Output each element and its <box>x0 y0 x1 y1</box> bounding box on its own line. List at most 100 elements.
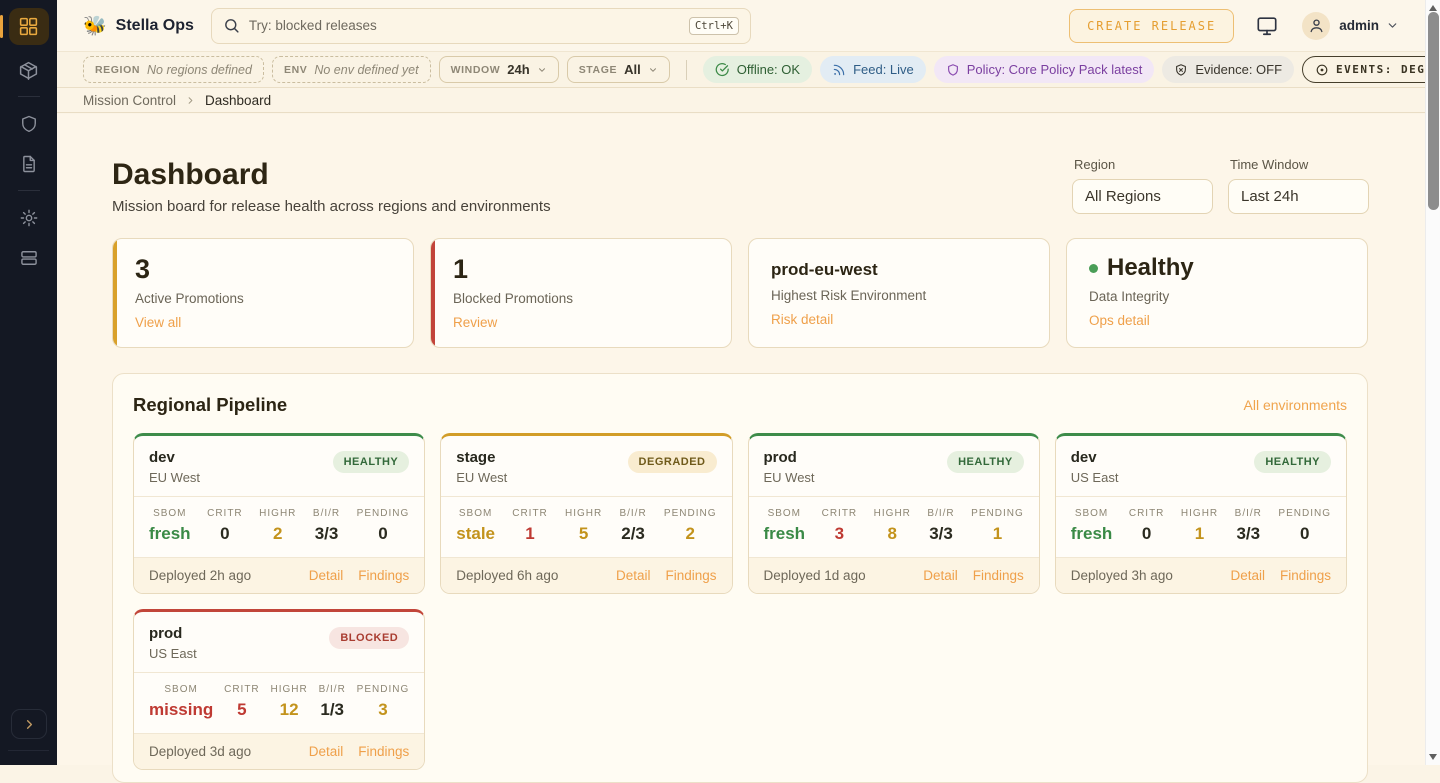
highest-risk-card: prod-eu-west Highest Risk Environment Ri… <box>748 238 1050 348</box>
stat-highr: HIGHR12 <box>271 684 308 720</box>
gear-icon <box>19 208 39 228</box>
active-promotions-value: 3 <box>135 255 391 283</box>
data-integrity-value: Healthy <box>1107 255 1194 281</box>
window-chip-value: 24h <box>507 62 529 77</box>
findings-link[interactable]: Findings <box>358 744 409 759</box>
pipeline-card-stage-eu-west: stage EU West DEGRADED SBOMstale CRITR1 … <box>440 433 732 594</box>
card-accent <box>431 239 435 347</box>
highest-risk-value: prod-eu-west <box>771 260 1027 280</box>
env-chip-value: No env defined yet <box>314 63 418 77</box>
detail-link[interactable]: Detail <box>309 568 344 583</box>
env-filter-chip[interactable]: ENV No env defined yet <box>272 56 431 83</box>
page-title: Dashboard <box>112 158 269 192</box>
scrollbar-thumb[interactable] <box>1428 12 1439 210</box>
detail-link[interactable]: Detail <box>1230 568 1265 583</box>
package-icon <box>18 60 39 81</box>
stat-pending: PENDING2 <box>664 508 717 544</box>
view-all-link[interactable]: View all <box>135 315 181 330</box>
stat-sbom: SBOMstale <box>456 508 495 544</box>
breadcrumb-dashboard: Dashboard <box>205 93 271 108</box>
status-badge: HEALTHY <box>947 451 1024 473</box>
grid-icon <box>18 16 39 37</box>
stat-bir: B/I/R1/3 <box>319 684 346 720</box>
sidebar-item-settings[interactable] <box>9 203 49 233</box>
pipeline-card-prod-eu-west: prod EU West HEALTHY SBOMfresh CRITR3 HI… <box>748 433 1040 594</box>
monitor-icon[interactable] <box>1256 15 1278 37</box>
search-input[interactable] <box>249 18 680 33</box>
stat-sbom: SBOMmissing <box>149 684 213 720</box>
shield-icon <box>19 114 39 134</box>
stat-pending: PENDING0 <box>357 508 410 544</box>
risk-detail-link[interactable]: Risk detail <box>771 312 833 327</box>
findings-link[interactable]: Findings <box>973 568 1024 583</box>
stat-highr: HIGHR1 <box>1181 508 1218 544</box>
sidebar-bottom-divider <box>8 750 49 751</box>
env-name: prod <box>149 625 197 642</box>
sidebar-item-releases[interactable] <box>9 55 49 85</box>
ops-detail-link[interactable]: Ops detail <box>1089 313 1150 328</box>
data-integrity-label: Data Integrity <box>1089 289 1345 304</box>
username: admin <box>1339 18 1379 33</box>
sidebar <box>0 0 57 765</box>
sidebar-divider <box>18 96 40 97</box>
env-region: US East <box>149 646 197 661</box>
stat-highr: HIGHR2 <box>259 508 296 544</box>
deployed-timestamp: Deployed 2h ago <box>149 568 251 583</box>
stat-sbom: SBOMfresh <box>1071 508 1113 544</box>
regional-pipeline-section: Regional Pipeline All environments dev E… <box>112 373 1368 783</box>
stat-critr: CRITR1 <box>512 508 548 544</box>
time-window-select[interactable]: Last 24h <box>1228 179 1369 214</box>
rss-icon <box>832 63 846 77</box>
chevron-separator-icon <box>185 95 196 106</box>
user-menu[interactable]: admin <box>1278 12 1399 40</box>
pipeline-card-prod-us-east: prod US East BLOCKED SBOMmissing CRITR5 … <box>133 609 425 770</box>
stat-critr: CRITR3 <box>822 508 858 544</box>
scroll-up-arrow-icon[interactable] <box>1429 5 1437 11</box>
sidebar-item-dashboard[interactable] <box>9 8 49 45</box>
blocked-promotions-value: 1 <box>453 255 709 283</box>
sidebar-item-security[interactable] <box>9 109 49 139</box>
vertical-scrollbar[interactable] <box>1425 0 1440 765</box>
detail-link[interactable]: Detail <box>616 568 651 583</box>
context-divider <box>686 60 687 80</box>
findings-link[interactable]: Findings <box>665 568 716 583</box>
stat-bir: B/I/R3/3 <box>313 508 340 544</box>
stage-filter-chip[interactable]: STAGE All <box>567 56 670 83</box>
main-area: 🐝 Stella Ops Ctrl+K CREATE RELEASE admin… <box>57 0 1425 765</box>
sidebar-divider <box>18 190 40 191</box>
active-promotions-card: 3 Active Promotions View all <box>112 238 414 348</box>
sidebar-item-infrastructure[interactable] <box>9 243 49 273</box>
blocked-promotions-label: Blocked Promotions <box>453 291 709 306</box>
env-region: EU West <box>149 470 200 485</box>
stage-chip-label: STAGE <box>579 64 617 76</box>
detail-link[interactable]: Detail <box>309 744 344 759</box>
all-environments-link[interactable]: All environments <box>1244 397 1348 413</box>
server-icon <box>19 248 39 268</box>
stat-critr: CRITR5 <box>224 684 260 720</box>
findings-link[interactable]: Findings <box>1280 568 1331 583</box>
chevron-down-icon <box>1386 19 1399 32</box>
evidence-status-pill: Evidence: OFF <box>1162 56 1294 83</box>
stat-bir: B/I/R3/3 <box>927 508 954 544</box>
findings-link[interactable]: Findings <box>358 568 409 583</box>
data-integrity-card: Healthy Data Integrity Ops detail <box>1066 238 1368 348</box>
sidebar-item-reports[interactable] <box>9 149 49 179</box>
summary-cards-row: 3 Active Promotions View all 1 Blocked P… <box>112 238 1368 348</box>
detail-link[interactable]: Detail <box>923 568 958 583</box>
region-select[interactable]: All Regions <box>1072 179 1213 214</box>
env-region: EU West <box>456 470 507 485</box>
create-release-button[interactable]: CREATE RELEASE <box>1069 9 1234 43</box>
sidebar-collapse-button[interactable] <box>11 709 47 739</box>
region-filter-chip[interactable]: REGION No regions defined <box>83 56 264 83</box>
breadcrumb-mission-control[interactable]: Mission Control <box>83 93 176 108</box>
document-icon <box>19 154 39 174</box>
window-filter-chip[interactable]: WINDOW 24h <box>439 56 559 83</box>
scroll-down-arrow-icon[interactable] <box>1429 754 1437 760</box>
status-badge: DEGRADED <box>628 451 717 473</box>
chevron-right-icon <box>22 717 37 732</box>
global-search[interactable]: Ctrl+K <box>211 8 751 44</box>
policy-status-pill: Policy: Core Policy Pack latest <box>934 56 1155 83</box>
pipeline-card-dev-us-east: dev US East HEALTHY SBOMfresh CRITR0 HIG… <box>1055 433 1347 594</box>
deployed-timestamp: Deployed 3h ago <box>1071 568 1173 583</box>
review-link[interactable]: Review <box>453 315 497 330</box>
